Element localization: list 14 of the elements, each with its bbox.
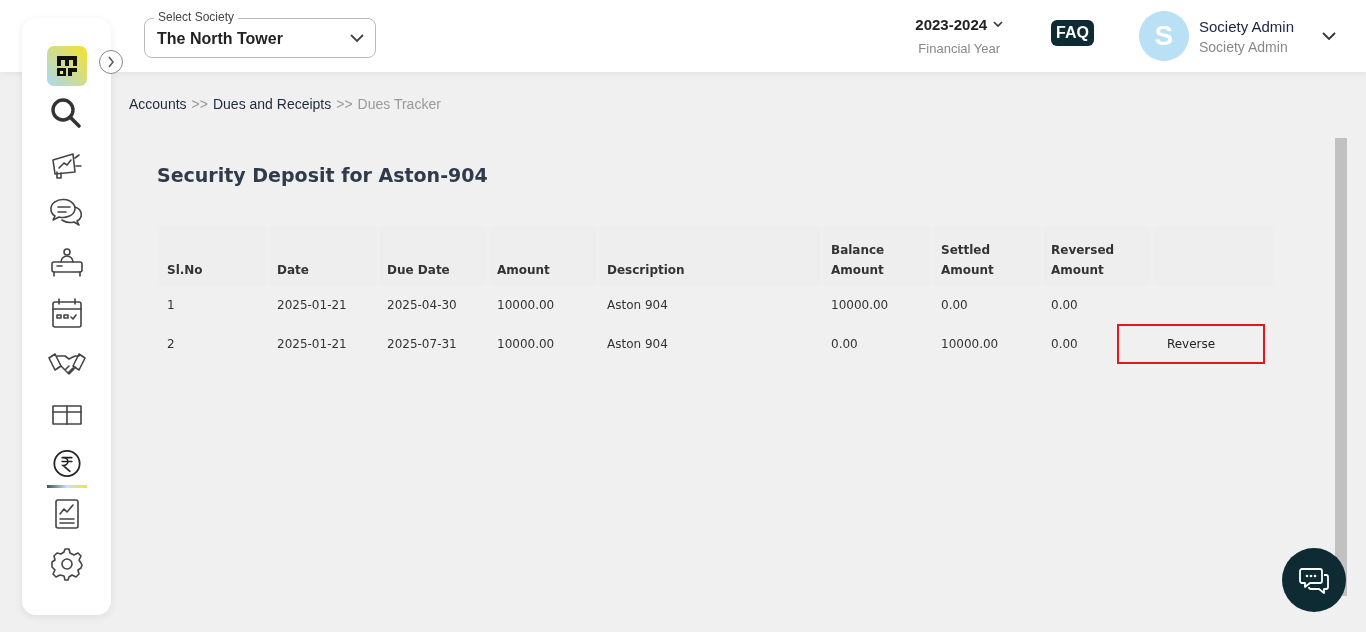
financial-year-caption: Financial Year — [918, 41, 1001, 56]
reverse-button[interactable]: Reverse — [1117, 324, 1265, 364]
year-selector[interactable]: 2023-2024 — [915, 16, 988, 33]
breadcrumb-link[interactable]: Accounts — [129, 96, 187, 112]
breadcrumb-separator: >> — [191, 96, 208, 112]
user-role: Society Admin — [1198, 38, 1289, 55]
select-label: Select Society — [154, 10, 239, 24]
society-select[interactable]: Select Society The North Tower — [144, 10, 376, 58]
breadcrumb-link[interactable]: Dues and Receipts — [212, 96, 332, 112]
page-title: Security Deposit for Aston-904 — [157, 164, 489, 186]
faq-button[interactable]: FAQ — [1051, 20, 1094, 46]
breadcrumb-separator: >> — [336, 96, 353, 112]
user-name: Society Admin — [1198, 17, 1294, 35]
select-value: The North Tower — [157, 30, 283, 48]
